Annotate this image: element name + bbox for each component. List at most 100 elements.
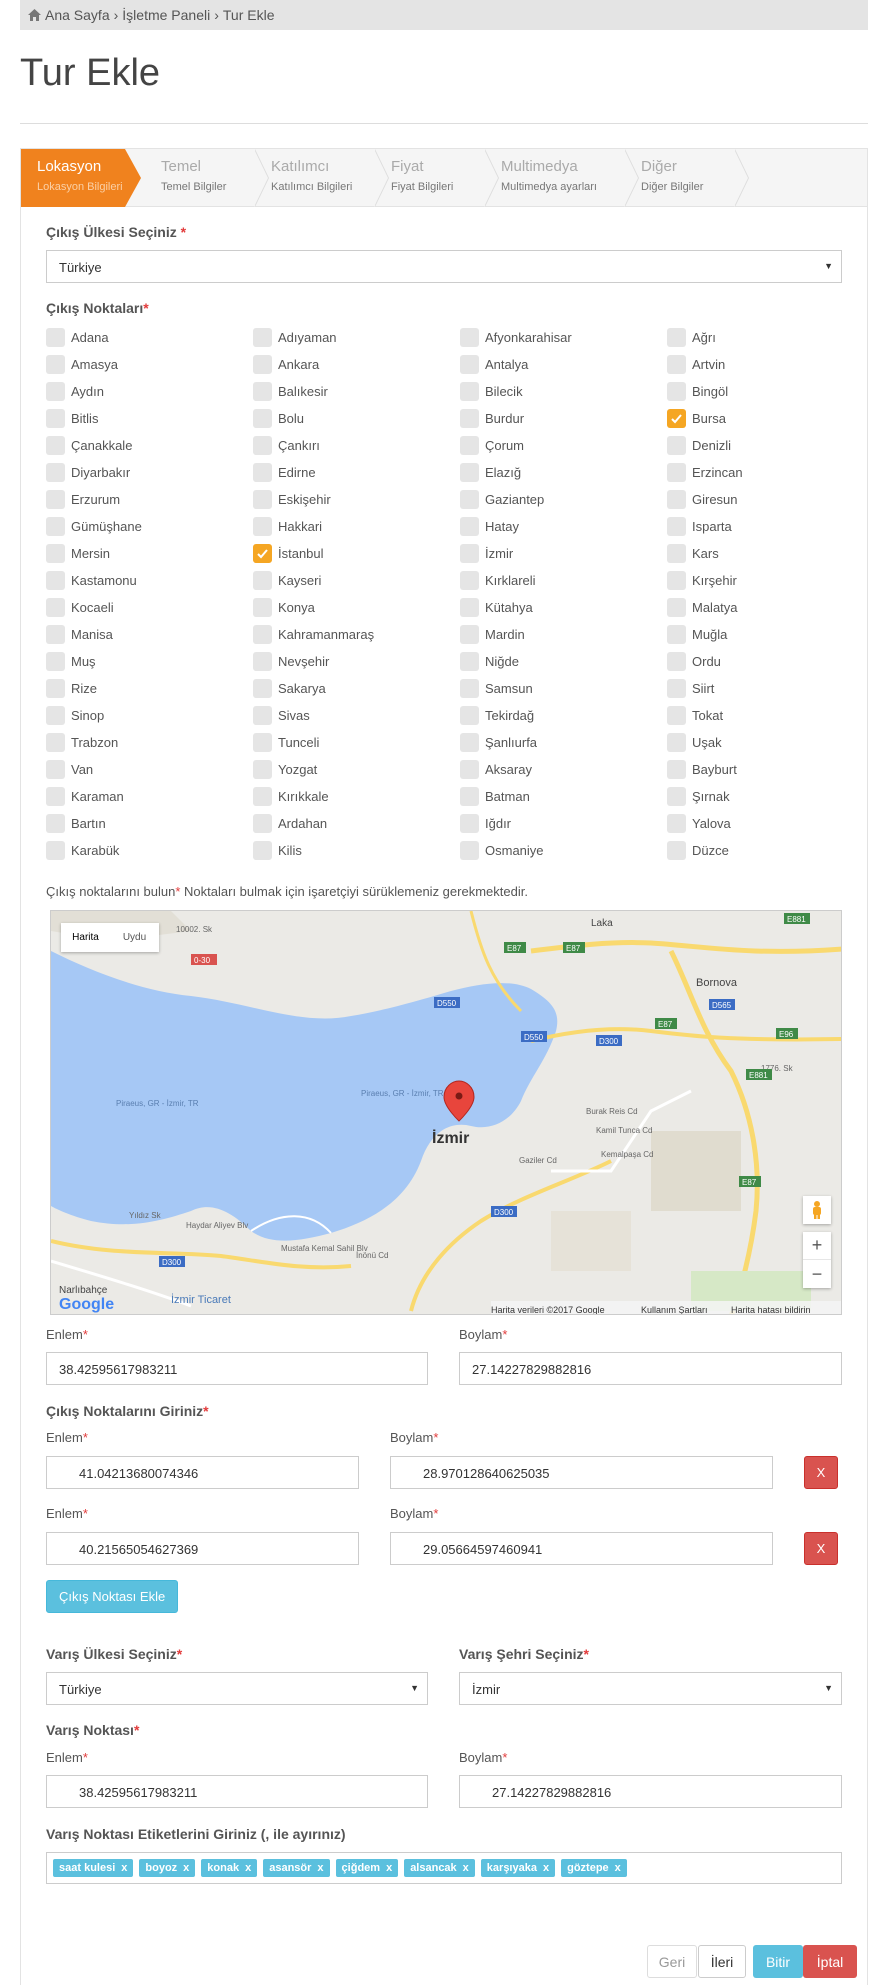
checkbox-icon[interactable]: [667, 355, 686, 374]
city-checkbox[interactable]: Çorum: [460, 436, 524, 455]
city-checkbox[interactable]: Nevşehir: [253, 652, 329, 671]
city-checkbox[interactable]: Siirt: [667, 679, 714, 698]
checkbox-icon[interactable]: [253, 841, 272, 860]
tag-remove-icon[interactable]: x: [245, 1862, 251, 1874]
checkbox-icon[interactable]: [460, 490, 479, 509]
checkbox-icon[interactable]: [460, 517, 479, 536]
checkbox-icon[interactable]: [253, 409, 272, 428]
city-checkbox[interactable]: Ardahan: [253, 814, 327, 833]
city-checkbox[interactable]: Yozgat: [253, 760, 317, 779]
city-checkbox[interactable]: Afyonkarahisar: [460, 328, 572, 347]
finish-button[interactable]: Bitir: [753, 1945, 803, 1978]
city-checkbox[interactable]: Mardin: [460, 625, 525, 644]
remove-point-button[interactable]: X: [804, 1456, 838, 1489]
departure-lat-input[interactable]: 41.04213680074346: [46, 1456, 359, 1489]
checkbox-icon[interactable]: [460, 598, 479, 617]
step-multimedya[interactable]: Multimedya Multimedya ayarları: [485, 149, 625, 207]
zoom-in-button[interactable]: +: [803, 1232, 831, 1260]
city-checkbox[interactable]: Aydın: [46, 382, 104, 401]
checkbox-icon[interactable]: [667, 706, 686, 725]
city-checkbox[interactable]: Gümüşhane: [46, 517, 142, 536]
city-checkbox[interactable]: Gaziantep: [460, 490, 544, 509]
tag-remove-icon[interactable]: x: [121, 1862, 127, 1874]
tag-remove-icon[interactable]: x: [463, 1862, 469, 1874]
checkbox-icon[interactable]: [46, 679, 65, 698]
city-checkbox[interactable]: Trabzon: [46, 733, 118, 752]
checkbox-icon[interactable]: [253, 436, 272, 455]
checkbox-icon[interactable]: [46, 490, 65, 509]
city-checkbox[interactable]: Rize: [46, 679, 97, 698]
checkbox-icon[interactable]: [253, 355, 272, 374]
checkbox-icon[interactable]: [667, 598, 686, 617]
checkbox-icon[interactable]: [667, 463, 686, 482]
city-checkbox[interactable]: İstanbul: [253, 544, 324, 563]
checkbox-icon[interactable]: [667, 436, 686, 455]
checkbox-icon[interactable]: [460, 436, 479, 455]
checkbox-icon[interactable]: [253, 328, 272, 347]
add-departure-button[interactable]: Çıkış Noktası Ekle: [46, 1580, 179, 1613]
city-checkbox[interactable]: Batman: [460, 787, 530, 806]
city-checkbox[interactable]: Bilecik: [460, 382, 523, 401]
city-checkbox[interactable]: Isparta: [667, 517, 732, 536]
checkbox-icon[interactable]: [46, 463, 65, 482]
checkbox-icon[interactable]: [667, 571, 686, 590]
city-checkbox[interactable]: Şanlıurfa: [460, 733, 537, 752]
checkbox-icon[interactable]: [46, 787, 65, 806]
checkbox-icon[interactable]: [46, 409, 65, 428]
checkbox-icon[interactable]: [667, 733, 686, 752]
city-checkbox[interactable]: Hatay: [460, 517, 519, 536]
checkbox-icon[interactable]: [46, 517, 65, 536]
checkbox-icon[interactable]: [460, 841, 479, 860]
city-checkbox[interactable]: Aksaray: [460, 760, 532, 779]
city-checkbox[interactable]: Hakkari: [253, 517, 322, 536]
city-checkbox[interactable]: Adana: [46, 328, 109, 347]
city-checkbox[interactable]: Edirne: [253, 463, 316, 482]
checkbox-icon[interactable]: [253, 490, 272, 509]
checkbox-icon[interactable]: [253, 571, 272, 590]
city-checkbox[interactable]: Tekirdağ: [460, 706, 534, 725]
city-checkbox[interactable]: Elazığ: [460, 463, 521, 482]
checkbox-icon[interactable]: [46, 625, 65, 644]
checkbox-icon[interactable]: [667, 328, 686, 347]
checkbox-icon[interactable]: [46, 436, 65, 455]
city-checkbox[interactable]: Sivas: [253, 706, 310, 725]
city-checkbox[interactable]: Tunceli: [253, 733, 319, 752]
checkbox-icon[interactable]: [253, 679, 272, 698]
checkbox-icon[interactable]: [253, 625, 272, 644]
city-checkbox[interactable]: Adıyaman: [253, 328, 337, 347]
tag-remove-icon[interactable]: x: [543, 1862, 549, 1874]
checkbox-icon[interactable]: [46, 571, 65, 590]
checkbox-icon[interactable]: [46, 706, 65, 725]
city-checkbox[interactable]: İzmir: [460, 544, 513, 563]
checkbox-icon[interactable]: [460, 328, 479, 347]
map-tab-harita[interactable]: Harita: [61, 923, 110, 952]
city-checkbox[interactable]: Denizli: [667, 436, 731, 455]
city-checkbox[interactable]: Ordu: [667, 652, 721, 671]
checkbox-icon[interactable]: [460, 733, 479, 752]
tag-remove-icon[interactable]: x: [317, 1862, 323, 1874]
step-fiyat[interactable]: Fiyat Fiyat Bilgileri: [375, 149, 485, 207]
city-checkbox[interactable]: Malatya: [667, 598, 738, 617]
checkbox-icon[interactable]: [253, 760, 272, 779]
city-checkbox[interactable]: Kırıkkale: [253, 787, 329, 806]
checkbox-icon[interactable]: [46, 733, 65, 752]
city-checkbox[interactable]: Muş: [46, 652, 96, 671]
city-checkbox[interactable]: Bartın: [46, 814, 106, 833]
city-checkbox[interactable]: Kilis: [253, 841, 302, 860]
city-checkbox[interactable]: Bursa: [667, 409, 726, 428]
checkbox-icon[interactable]: [253, 652, 272, 671]
checkbox-icon[interactable]: [667, 814, 686, 833]
checkbox-icon[interactable]: [667, 490, 686, 509]
city-checkbox[interactable]: Muğla: [667, 625, 727, 644]
zoom-out-button[interactable]: −: [803, 1260, 831, 1288]
city-checkbox[interactable]: Karaman: [46, 787, 124, 806]
city-checkbox[interactable]: Antalya: [460, 355, 528, 374]
city-checkbox[interactable]: Erzurum: [46, 490, 120, 509]
city-checkbox[interactable]: Bayburt: [667, 760, 737, 779]
checkbox-icon[interactable]: [253, 598, 272, 617]
checkbox-icon[interactable]: [46, 355, 65, 374]
map-canvas[interactable]: Laka Bornova Narlıbahçe İzmir Ticaret Yı…: [51, 911, 842, 1315]
checkbox-icon[interactable]: [253, 787, 272, 806]
checkbox-icon[interactable]: [667, 544, 686, 563]
checkbox-icon[interactable]: [460, 787, 479, 806]
